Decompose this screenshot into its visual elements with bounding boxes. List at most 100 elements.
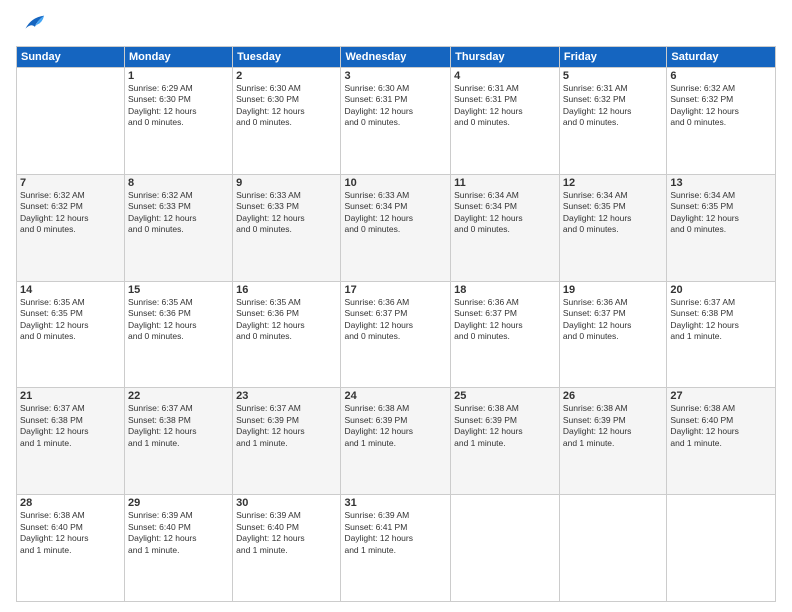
calendar-cell: 27Sunrise: 6:38 AMSunset: 6:40 PMDayligh…	[667, 388, 776, 495]
day-info: Sunrise: 6:38 AMSunset: 6:39 PMDaylight:…	[344, 403, 447, 449]
logo	[16, 10, 46, 38]
day-info: Sunrise: 6:39 AMSunset: 6:41 PMDaylight:…	[344, 510, 447, 556]
day-number: 18	[454, 284, 556, 296]
weekday-header-wednesday: Wednesday	[341, 47, 451, 68]
day-number: 11	[454, 177, 556, 189]
day-number: 30	[236, 497, 337, 509]
calendar-cell: 29Sunrise: 6:39 AMSunset: 6:40 PMDayligh…	[125, 495, 233, 602]
calendar-cell	[17, 68, 125, 175]
day-number: 5	[563, 70, 663, 82]
calendar-cell: 17Sunrise: 6:36 AMSunset: 6:37 PMDayligh…	[341, 281, 451, 388]
calendar-cell: 28Sunrise: 6:38 AMSunset: 6:40 PMDayligh…	[17, 495, 125, 602]
day-info: Sunrise: 6:39 AMSunset: 6:40 PMDaylight:…	[236, 510, 337, 556]
day-info: Sunrise: 6:34 AMSunset: 6:35 PMDaylight:…	[670, 190, 772, 236]
calendar-cell	[451, 495, 560, 602]
calendar-cell: 19Sunrise: 6:36 AMSunset: 6:37 PMDayligh…	[559, 281, 666, 388]
day-number: 4	[454, 70, 556, 82]
calendar-cell: 14Sunrise: 6:35 AMSunset: 6:35 PMDayligh…	[17, 281, 125, 388]
day-info: Sunrise: 6:38 AMSunset: 6:39 PMDaylight:…	[454, 403, 556, 449]
day-info: Sunrise: 6:35 AMSunset: 6:36 PMDaylight:…	[128, 297, 229, 343]
day-info: Sunrise: 6:34 AMSunset: 6:34 PMDaylight:…	[454, 190, 556, 236]
weekday-header-row: SundayMondayTuesdayWednesdayThursdayFrid…	[17, 47, 776, 68]
calendar-cell: 20Sunrise: 6:37 AMSunset: 6:38 PMDayligh…	[667, 281, 776, 388]
day-info: Sunrise: 6:36 AMSunset: 6:37 PMDaylight:…	[344, 297, 447, 343]
day-number: 28	[20, 497, 121, 509]
calendar-cell: 25Sunrise: 6:38 AMSunset: 6:39 PMDayligh…	[451, 388, 560, 495]
day-info: Sunrise: 6:37 AMSunset: 6:39 PMDaylight:…	[236, 403, 337, 449]
weekday-header-thursday: Thursday	[451, 47, 560, 68]
calendar-cell: 13Sunrise: 6:34 AMSunset: 6:35 PMDayligh…	[667, 174, 776, 281]
week-row-4: 21Sunrise: 6:37 AMSunset: 6:38 PMDayligh…	[17, 388, 776, 495]
week-row-2: 7Sunrise: 6:32 AMSunset: 6:32 PMDaylight…	[17, 174, 776, 281]
day-info: Sunrise: 6:29 AMSunset: 6:30 PMDaylight:…	[128, 83, 229, 129]
calendar-cell: 11Sunrise: 6:34 AMSunset: 6:34 PMDayligh…	[451, 174, 560, 281]
calendar-cell: 1Sunrise: 6:29 AMSunset: 6:30 PMDaylight…	[125, 68, 233, 175]
logo-bird-icon	[18, 10, 46, 38]
day-number: 16	[236, 284, 337, 296]
day-number: 20	[670, 284, 772, 296]
calendar-cell: 7Sunrise: 6:32 AMSunset: 6:32 PMDaylight…	[17, 174, 125, 281]
day-number: 27	[670, 390, 772, 402]
day-number: 25	[454, 390, 556, 402]
calendar-cell: 8Sunrise: 6:32 AMSunset: 6:33 PMDaylight…	[125, 174, 233, 281]
day-info: Sunrise: 6:34 AMSunset: 6:35 PMDaylight:…	[563, 190, 663, 236]
day-info: Sunrise: 6:37 AMSunset: 6:38 PMDaylight:…	[670, 297, 772, 343]
calendar-cell: 24Sunrise: 6:38 AMSunset: 6:39 PMDayligh…	[341, 388, 451, 495]
day-number: 19	[563, 284, 663, 296]
day-number: 3	[344, 70, 447, 82]
day-number: 23	[236, 390, 337, 402]
day-number: 6	[670, 70, 772, 82]
day-info: Sunrise: 6:37 AMSunset: 6:38 PMDaylight:…	[20, 403, 121, 449]
calendar-table: SundayMondayTuesdayWednesdayThursdayFrid…	[16, 46, 776, 602]
day-number: 8	[128, 177, 229, 189]
calendar-cell: 9Sunrise: 6:33 AMSunset: 6:33 PMDaylight…	[233, 174, 341, 281]
calendar-cell: 18Sunrise: 6:36 AMSunset: 6:37 PMDayligh…	[451, 281, 560, 388]
page: SundayMondayTuesdayWednesdayThursdayFrid…	[0, 0, 792, 612]
day-number: 1	[128, 70, 229, 82]
weekday-header-friday: Friday	[559, 47, 666, 68]
day-number: 29	[128, 497, 229, 509]
day-info: Sunrise: 6:31 AMSunset: 6:31 PMDaylight:…	[454, 83, 556, 129]
calendar-cell: 12Sunrise: 6:34 AMSunset: 6:35 PMDayligh…	[559, 174, 666, 281]
day-info: Sunrise: 6:32 AMSunset: 6:32 PMDaylight:…	[670, 83, 772, 129]
calendar-cell: 10Sunrise: 6:33 AMSunset: 6:34 PMDayligh…	[341, 174, 451, 281]
weekday-header-monday: Monday	[125, 47, 233, 68]
day-number: 31	[344, 497, 447, 509]
calendar-cell: 4Sunrise: 6:31 AMSunset: 6:31 PMDaylight…	[451, 68, 560, 175]
day-number: 12	[563, 177, 663, 189]
day-number: 24	[344, 390, 447, 402]
calendar-cell	[667, 495, 776, 602]
weekday-header-saturday: Saturday	[667, 47, 776, 68]
day-info: Sunrise: 6:38 AMSunset: 6:40 PMDaylight:…	[20, 510, 121, 556]
day-info: Sunrise: 6:38 AMSunset: 6:40 PMDaylight:…	[670, 403, 772, 449]
day-info: Sunrise: 6:30 AMSunset: 6:31 PMDaylight:…	[344, 83, 447, 129]
day-info: Sunrise: 6:32 AMSunset: 6:33 PMDaylight:…	[128, 190, 229, 236]
day-info: Sunrise: 6:33 AMSunset: 6:33 PMDaylight:…	[236, 190, 337, 236]
day-number: 9	[236, 177, 337, 189]
calendar-cell: 31Sunrise: 6:39 AMSunset: 6:41 PMDayligh…	[341, 495, 451, 602]
calendar-cell: 6Sunrise: 6:32 AMSunset: 6:32 PMDaylight…	[667, 68, 776, 175]
calendar-cell: 26Sunrise: 6:38 AMSunset: 6:39 PMDayligh…	[559, 388, 666, 495]
day-number: 17	[344, 284, 447, 296]
day-info: Sunrise: 6:35 AMSunset: 6:35 PMDaylight:…	[20, 297, 121, 343]
calendar-cell: 16Sunrise: 6:35 AMSunset: 6:36 PMDayligh…	[233, 281, 341, 388]
day-info: Sunrise: 6:33 AMSunset: 6:34 PMDaylight:…	[344, 190, 447, 236]
day-number: 7	[20, 177, 121, 189]
header	[16, 10, 776, 38]
calendar-cell: 30Sunrise: 6:39 AMSunset: 6:40 PMDayligh…	[233, 495, 341, 602]
calendar-cell	[559, 495, 666, 602]
day-number: 10	[344, 177, 447, 189]
weekday-header-sunday: Sunday	[17, 47, 125, 68]
calendar-cell: 15Sunrise: 6:35 AMSunset: 6:36 PMDayligh…	[125, 281, 233, 388]
day-number: 22	[128, 390, 229, 402]
calendar-cell: 21Sunrise: 6:37 AMSunset: 6:38 PMDayligh…	[17, 388, 125, 495]
day-info: Sunrise: 6:35 AMSunset: 6:36 PMDaylight:…	[236, 297, 337, 343]
week-row-3: 14Sunrise: 6:35 AMSunset: 6:35 PMDayligh…	[17, 281, 776, 388]
day-info: Sunrise: 6:38 AMSunset: 6:39 PMDaylight:…	[563, 403, 663, 449]
day-info: Sunrise: 6:31 AMSunset: 6:32 PMDaylight:…	[563, 83, 663, 129]
day-number: 14	[20, 284, 121, 296]
day-info: Sunrise: 6:30 AMSunset: 6:30 PMDaylight:…	[236, 83, 337, 129]
week-row-5: 28Sunrise: 6:38 AMSunset: 6:40 PMDayligh…	[17, 495, 776, 602]
day-number: 13	[670, 177, 772, 189]
day-number: 26	[563, 390, 663, 402]
